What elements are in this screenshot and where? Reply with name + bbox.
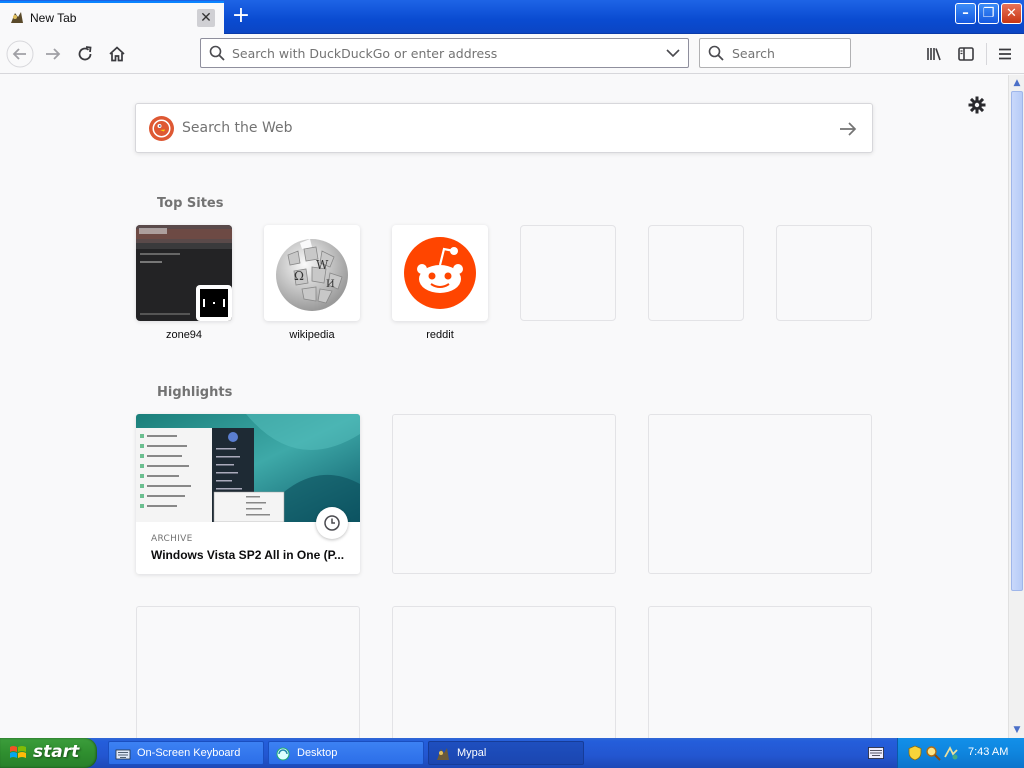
tab-close-button[interactable]: ✕ <box>197 9 215 27</box>
task-label: Mypal <box>457 747 487 759</box>
gear-icon[interactable] <box>967 95 987 115</box>
reload-button[interactable] <box>71 40 99 68</box>
start-button[interactable]: start <box>0 738 97 768</box>
zone94-favicon-icon <box>196 285 232 321</box>
highlights-heading: Highlights <box>157 385 233 400</box>
top-site-empty <box>520 225 616 321</box>
address-bar-placeholder: Search with DuckDuckGo or enter address <box>232 46 498 61</box>
svg-text:Ω: Ω <box>294 269 304 283</box>
taskbar: start On-Screen Keyboard Desktop Mypal 7… <box>0 738 1024 768</box>
empty-tile <box>520 225 616 321</box>
navigation-toolbar: Search with DuckDuckGo or enter address … <box>0 34 1024 74</box>
magnifier-icon[interactable] <box>925 745 941 761</box>
hamburger-menu-icon <box>999 48 1011 60</box>
top-site-thumbnail[interactable] <box>392 225 488 321</box>
search-icon <box>209 45 225 61</box>
forward-button[interactable] <box>39 40 67 68</box>
sidebar-button[interactable] <box>952 40 980 68</box>
highlight-empty <box>392 414 616 574</box>
home-button[interactable] <box>103 40 131 68</box>
forward-arrow-icon <box>46 48 61 60</box>
taskbar-item-mypal[interactable]: Mypal <box>428 741 584 765</box>
window-close-button[interactable]: ✕ <box>1001 3 1022 24</box>
empty-tile <box>776 225 872 321</box>
minimize-icon: – <box>962 6 969 21</box>
new-tab-page: Search the Web Top Sites zone94 Ω W И wi… <box>0 75 1008 738</box>
restore-button[interactable]: ❐ <box>978 3 999 24</box>
duckduckgo-logo-icon <box>149 116 174 141</box>
task-label: On-Screen Keyboard <box>137 747 241 759</box>
vertical-scrollbar[interactable]: ▲ ▼ <box>1008 75 1024 738</box>
start-label: start <box>33 742 80 762</box>
sidebar-icon <box>958 47 974 61</box>
network-icon[interactable] <box>943 745 959 761</box>
library-button[interactable] <box>920 40 948 68</box>
top-site-label: reddit <box>426 329 454 341</box>
menu-button[interactable] <box>991 40 1019 68</box>
top-site-empty <box>648 225 744 321</box>
highlight-empty <box>392 606 616 738</box>
top-site-label: wikipedia <box>289 329 335 341</box>
arrow-right-icon[interactable] <box>838 120 858 138</box>
close-icon: ✕ <box>200 10 212 26</box>
top-site-reddit[interactable]: reddit <box>392 225 488 341</box>
highlight-empty <box>136 606 360 738</box>
taskbar-item-desktop[interactable]: Desktop <box>268 741 424 765</box>
chevron-down-icon[interactable] <box>666 47 680 59</box>
task-label: Desktop <box>297 747 338 759</box>
search-icon <box>708 45 724 61</box>
clock-time: 7:43 AM <box>968 746 1009 758</box>
top-site-thumbnail[interactable]: Ω W И <box>264 225 360 321</box>
scroll-up-icon[interactable]: ▲ <box>1011 76 1023 90</box>
highlight-thumbnail <box>136 414 360 522</box>
scroll-down-icon[interactable]: ▼ <box>1011 723 1023 737</box>
top-site-wikipedia[interactable]: Ω W И wikipedia <box>264 225 360 341</box>
web-search-placeholder: Search the Web <box>182 120 293 136</box>
plus-icon: + <box>231 3 251 28</box>
windows-flag-icon <box>10 746 26 758</box>
svg-text:И: И <box>326 279 335 290</box>
wikipedia-globe-icon: Ω W И <box>276 239 348 311</box>
web-search-box[interactable]: Search the Web <box>135 103 873 153</box>
highlight-empty <box>648 414 872 574</box>
back-button[interactable] <box>6 40 34 68</box>
search-bar[interactable]: Search <box>699 38 851 68</box>
toolbar-divider <box>986 43 987 65</box>
search-bar-placeholder: Search <box>732 46 775 61</box>
address-bar[interactable]: Search with DuckDuckGo or enter address <box>200 38 689 68</box>
shield-icon[interactable] <box>907 745 923 761</box>
highlight-context: ARCHIVE <box>151 534 193 544</box>
scrollbar-thumb[interactable] <box>1011 91 1023 591</box>
explorer-icon <box>276 747 290 761</box>
close-icon: ✕ <box>1006 6 1017 21</box>
keyboard-tray-icon[interactable] <box>868 747 884 759</box>
system-tray: 7:43 AM <box>897 738 1024 768</box>
top-sites-heading: Top Sites <box>157 196 224 211</box>
top-site-thumbnail[interactable] <box>136 225 232 321</box>
reddit-logo-icon <box>404 237 476 309</box>
empty-tile <box>648 225 744 321</box>
tab-strip: New Tab ✕ + – ❐ ✕ <box>0 0 1024 34</box>
top-site-empty <box>776 225 872 321</box>
restore-icon: ❐ <box>982 6 995 21</box>
clock-icon <box>316 507 348 539</box>
tab-title: New Tab <box>30 11 77 25</box>
minimize-button[interactable]: – <box>955 3 976 24</box>
back-arrow-icon <box>6 40 34 68</box>
new-tab-button[interactable]: + <box>229 5 253 29</box>
highlight-empty <box>648 606 872 738</box>
highlight-card[interactable]: ARCHIVE Windows Vista SP2 All in One (P.… <box>136 414 360 574</box>
tab-new-tab[interactable]: New Tab ✕ <box>0 1 224 34</box>
top-site-label: zone94 <box>165 329 203 341</box>
highlight-title: Windows Vista SP2 All in One (P... <box>151 548 345 562</box>
keyboard-icon <box>115 749 131 760</box>
reload-icon <box>78 46 92 61</box>
taskbar-item-onscreen-keyboard[interactable]: On-Screen Keyboard <box>108 741 264 765</box>
mypal-icon <box>437 748 449 760</box>
home-icon <box>109 46 125 62</box>
library-icon <box>927 48 941 61</box>
top-site-zone94[interactable]: zone94 <box>136 225 232 341</box>
mypal-favicon-icon <box>11 12 23 23</box>
svg-text:W: W <box>316 258 329 272</box>
